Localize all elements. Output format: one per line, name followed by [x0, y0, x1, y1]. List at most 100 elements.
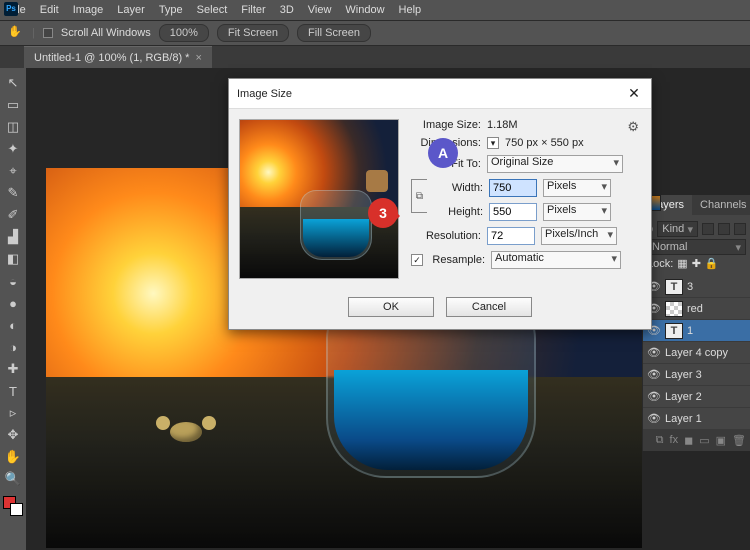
layer-row[interactable]: 👁 Layer 2 — [643, 386, 750, 408]
layer-name[interactable]: Layer 3 — [665, 369, 746, 381]
zoom-tool[interactable]: 🔍 — [2, 469, 24, 489]
crop-tool[interactable]: ⌖ — [2, 161, 24, 181]
resolution-input[interactable] — [487, 227, 535, 245]
pen-tool[interactable]: ✚ — [2, 359, 24, 379]
type-tool[interactable]: T — [2, 381, 24, 401]
menubar: File Edit Image Layer Type Select Filter… — [0, 0, 750, 20]
layer-kind-select[interactable]: Kind — [657, 221, 698, 237]
lock-pixels-icon[interactable]: ▦ — [677, 257, 687, 270]
history-brush-tool[interactable]: ◧ — [2, 249, 24, 269]
cancel-button[interactable]: Cancel — [446, 297, 532, 317]
dimensions-unit-toggle[interactable]: ▾ — [487, 137, 499, 149]
dialog-close-button[interactable]: ✕ — [625, 85, 643, 102]
blend-mode-select[interactable]: Normal — [647, 239, 746, 255]
new-layer-icon[interactable]: ▣ — [716, 434, 726, 447]
layer-name[interactable]: Layer 2 — [665, 391, 746, 403]
layer-row[interactable]: 👁 Layer 3 — [643, 364, 750, 386]
callout-a: A — [428, 138, 458, 168]
wand-tool[interactable]: ✦ — [2, 139, 24, 159]
resample-select[interactable]: Automatic — [491, 251, 621, 269]
layer-name[interactable]: 3 — [687, 281, 746, 293]
visibility-icon[interactable]: 👁 — [647, 390, 661, 403]
brush-tool[interactable]: ✐ — [2, 205, 24, 225]
document-tab[interactable]: Untitled-1 @ 100% (1, RGB/8) * × — [24, 46, 212, 68]
menu-image[interactable]: Image — [73, 4, 104, 16]
layer-row[interactable]: 👁 Layer 4 copy — [643, 342, 750, 364]
lock-position-icon[interactable]: ✚ — [692, 257, 701, 270]
menu-window[interactable]: Window — [345, 4, 384, 16]
fill-screen-button[interactable]: Fill Screen — [297, 24, 371, 42]
canvas-crab — [156, 412, 216, 448]
layer-fx-icon[interactable]: fx — [670, 434, 679, 447]
height-input[interactable] — [489, 203, 537, 221]
hand-tool[interactable]: ✋ — [2, 447, 24, 467]
resample-label: Resample: — [429, 254, 485, 266]
dialog-title: Image Size — [237, 88, 292, 100]
stamp-tool[interactable]: ▟ — [2, 227, 24, 247]
layer-row[interactable]: 👁red — [643, 298, 750, 320]
layer-row[interactable]: 👁T3 — [643, 276, 750, 298]
fit-screen-button[interactable]: Fit Screen — [217, 24, 289, 42]
filter-type-icon[interactable] — [734, 223, 746, 235]
gradient-tool[interactable]: ● — [2, 293, 24, 313]
layer-thumbnail: T — [665, 279, 683, 295]
image-size-dialog: Image Size ✕ ⚙ Image Size:1.18M Dimensio… — [228, 78, 652, 330]
hand-tool-icon[interactable]: ✋ — [8, 25, 24, 41]
layer-thumbnail — [665, 301, 683, 317]
path-tool[interactable]: ▹ — [2, 403, 24, 423]
lasso-tool[interactable]: ◫ — [2, 117, 24, 137]
filter-adj-icon[interactable] — [718, 223, 730, 235]
zoom-level-button[interactable]: 100% — [159, 24, 209, 42]
layers-panel: Layers Channels ρKind Normal Lock:▦✚🔒 👁T… — [642, 195, 750, 451]
trash-icon[interactable]: 🗑 — [732, 434, 746, 447]
visibility-icon[interactable]: 👁 — [647, 368, 661, 381]
layer-row[interactable]: 👁 Layer 1 — [643, 408, 750, 430]
blur-tool[interactable]: ◐ — [2, 315, 24, 335]
callout-3: 3 — [368, 198, 398, 228]
ok-button[interactable]: OK — [348, 297, 434, 317]
move-tool[interactable]: ↖ — [2, 73, 24, 93]
menu-edit[interactable]: Edit — [40, 4, 59, 16]
menu-3d[interactable]: 3D — [280, 4, 294, 16]
shape-tool[interactable]: ✥ — [2, 425, 24, 445]
eyedropper-tool[interactable]: ✎ — [2, 183, 24, 203]
close-tab-icon[interactable]: × — [195, 52, 201, 64]
link-layers-icon[interactable]: ⧉ — [656, 434, 664, 447]
menu-layer[interactable]: Layer — [117, 4, 145, 16]
scroll-all-checkbox[interactable] — [43, 28, 53, 38]
layer-name[interactable]: Layer 1 — [665, 413, 746, 425]
color-swatches[interactable] — [3, 496, 23, 516]
scroll-all-label: Scroll All Windows — [61, 27, 151, 39]
app-icon: Ps — [4, 2, 18, 16]
fit-to-select[interactable]: Original Size — [487, 155, 623, 173]
marquee-tool[interactable]: ▭ — [2, 95, 24, 115]
lock-all-icon[interactable]: 🔒 — [705, 257, 719, 270]
filter-img-icon[interactable] — [702, 223, 714, 235]
menu-type[interactable]: Type — [159, 4, 183, 16]
layer-row[interactable]: 👁T1 — [643, 320, 750, 342]
width-unit-select[interactable]: Pixels — [543, 179, 611, 197]
document-tab-label: Untitled-1 @ 100% (1, RGB/8) * — [34, 52, 189, 64]
layer-mask-icon[interactable]: ◼ — [684, 434, 693, 447]
layer-name[interactable]: red — [687, 303, 746, 315]
resample-checkbox[interactable]: ✓ — [411, 254, 423, 266]
layer-name[interactable]: 1 — [687, 325, 746, 337]
new-group-icon[interactable]: ▭ — [699, 434, 709, 447]
tab-channels[interactable]: Channels — [692, 195, 750, 215]
visibility-icon[interactable]: 👁 — [647, 412, 661, 425]
menu-select[interactable]: Select — [197, 4, 228, 16]
options-bar: ✋ | Scroll All Windows 100% Fit Screen F… — [0, 20, 750, 46]
visibility-icon[interactable]: 👁 — [647, 346, 661, 359]
menu-help[interactable]: Help — [399, 4, 422, 16]
menu-view[interactable]: View — [308, 4, 332, 16]
menu-filter[interactable]: Filter — [241, 4, 265, 16]
gear-icon[interactable]: ⚙ — [627, 119, 639, 134]
dodge-tool[interactable]: ◑ — [2, 337, 24, 357]
constrain-proportions-icon[interactable]: ⧉ — [411, 179, 427, 213]
resolution-unit-select[interactable]: Pixels/Inch — [541, 227, 617, 245]
eraser-tool[interactable]: ◒ — [2, 271, 24, 291]
image-size-value: 1.18M — [487, 119, 518, 131]
width-input[interactable] — [489, 179, 537, 197]
layer-name[interactable]: Layer 4 copy — [665, 347, 746, 359]
height-unit-select[interactable]: Pixels — [543, 203, 611, 221]
